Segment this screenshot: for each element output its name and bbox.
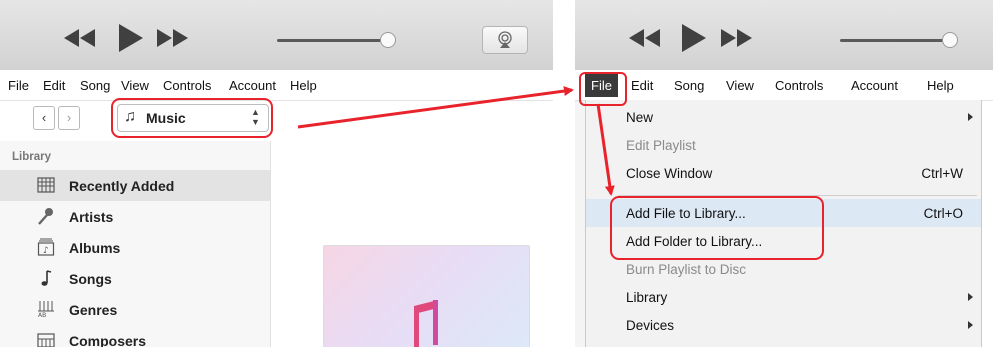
annotation-arrows [297, 86, 615, 196]
arrow-to-file-menu [297, 86, 574, 129]
arrow-to-add-file [596, 103, 615, 196]
